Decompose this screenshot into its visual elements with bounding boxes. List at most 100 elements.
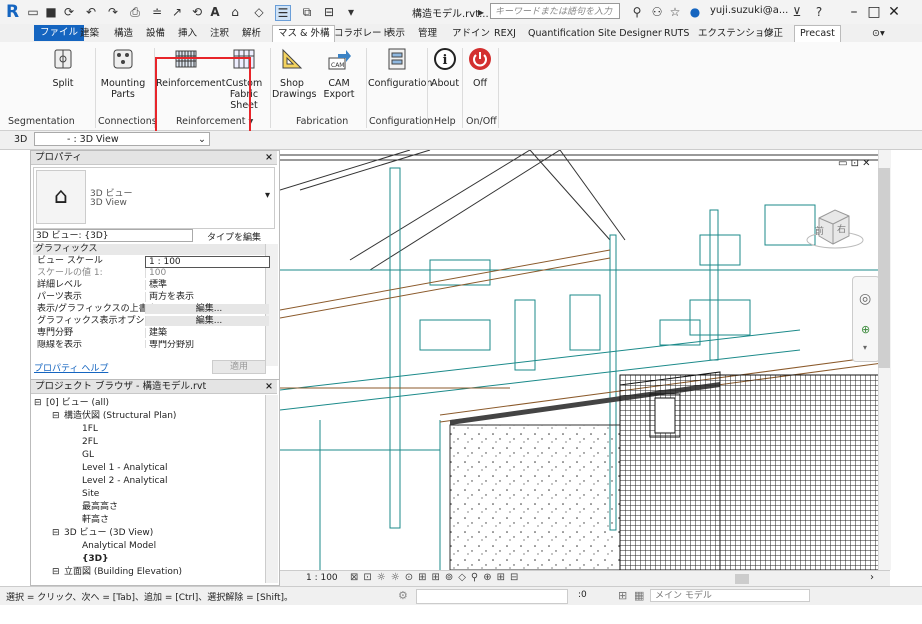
search-input[interactable]: キーワードまたは語句を入力	[490, 3, 620, 19]
customize-qat-icon[interactable]: ▾	[344, 5, 358, 19]
switch-windows-icon[interactable]: ⊟	[322, 5, 336, 19]
cam-export-button[interactable]: CAM CAM Export	[314, 46, 364, 100]
view-selector-dropdown[interactable]: - : 3D View ⌄	[34, 132, 210, 146]
tree-expander-icon[interactable]: ⊟	[52, 410, 60, 422]
ribbon-options-icon[interactable]: ⊙▾	[872, 27, 885, 42]
tree-node-view[interactable]: GL	[82, 449, 94, 461]
tree-node-view[interactable]: Analytical Model	[82, 540, 156, 552]
minimize-icon[interactable]: –	[844, 2, 864, 22]
redo-icon[interactable]: ↷	[106, 5, 120, 19]
scrollbar-thumb[interactable]	[878, 168, 890, 368]
tab-analyze[interactable]: 解析	[242, 27, 261, 42]
tree-node-view[interactable]: Level 1 - Analytical	[82, 462, 168, 474]
sync-icon[interactable]: ⟳	[62, 5, 76, 19]
zoom-icon[interactable]: ⊕	[861, 323, 870, 336]
property-value[interactable]: 建築	[145, 328, 269, 338]
open-icon[interactable]: ▭	[26, 5, 40, 19]
design-options-icon[interactable]: ▦	[634, 589, 644, 602]
undo-icon[interactable]: ↶	[84, 5, 98, 19]
dimension-icon[interactable]: ↗	[170, 5, 184, 19]
view-scale-field[interactable]: 1 : 100	[145, 256, 270, 268]
viewcube-front-label[interactable]: 前	[815, 224, 824, 237]
tab-massing-site[interactable]: マス & 外構	[272, 25, 336, 43]
communication-icon[interactable]: ⚇	[650, 5, 664, 19]
tab-addins[interactable]: アドイン	[452, 27, 490, 42]
main-model-dropdown[interactable]: メイン モデル	[650, 589, 810, 602]
help-icon[interactable]: ?	[812, 5, 826, 19]
tab-ruts[interactable]: RUTS	[664, 27, 689, 42]
tab-view[interactable]: 表示	[386, 27, 405, 42]
workset-dropdown[interactable]	[416, 589, 568, 604]
tab-modify[interactable]: 修正	[764, 27, 783, 42]
graphic-options-edit-button[interactable]: 編集...	[145, 316, 269, 326]
print-icon[interactable]: ⎙	[128, 5, 142, 19]
instance-filter-dropdown[interactable]: 3D ビュー: {3D}	[33, 229, 193, 242]
tree-expander-icon[interactable]: ⊟	[52, 566, 60, 578]
scroll-right-icon[interactable]: ›	[870, 572, 874, 583]
tab-systems[interactable]: 設備	[146, 27, 165, 42]
chevron-right-icon[interactable]: ▸	[474, 5, 488, 19]
view-control-icons[interactable]: ⊠⊡☼☼⊙⊞⊞⊚◇⚲⊕⊞⊟	[350, 572, 523, 583]
viewcube-right-label[interactable]: 右	[837, 222, 846, 235]
tab-annotate[interactable]: 注釈	[210, 27, 229, 42]
mounting-parts-button[interactable]: Mounting Parts	[96, 46, 150, 100]
tab-architecture[interactable]: 建築	[80, 27, 99, 42]
view-scale-label[interactable]: 1 : 100	[306, 573, 338, 583]
tree-node-view[interactable]: Level 2 - Analytical	[82, 475, 168, 487]
section-icon[interactable]: ◇	[252, 5, 266, 19]
text-icon[interactable]: A	[208, 5, 222, 19]
tree-node-elevation[interactable]: 立面図 (Building Elevation)	[64, 566, 182, 578]
worksets-icon[interactable]: ⚙	[398, 589, 408, 602]
chevron-down-icon[interactable]: ▾	[863, 343, 867, 352]
tab-precast[interactable]: Precast	[794, 25, 841, 43]
tree-node-view[interactable]: 2FL	[82, 436, 98, 448]
favorites-icon[interactable]: ☆	[668, 5, 682, 19]
tree-node-view[interactable]: 最高高さ	[82, 501, 118, 513]
tab-extensions[interactable]: エクステンション	[698, 27, 774, 42]
3d-view-canvas[interactable]	[280, 150, 890, 570]
about-button[interactable]: i About	[428, 46, 462, 89]
tree-node-view[interactable]: Site	[82, 488, 99, 500]
off-button[interactable]: Off	[464, 46, 496, 89]
filter-icon[interactable]: ⊞	[618, 589, 627, 602]
tree-node-view[interactable]: 1FL	[82, 423, 98, 435]
scrollbar-thumb[interactable]	[735, 574, 749, 584]
shop-drawings-button[interactable]: Shop Drawings	[272, 46, 316, 100]
viewcube[interactable]: 前 右	[805, 206, 865, 252]
tree-node-active-view[interactable]: {3D}	[82, 553, 109, 565]
thin-lines-icon[interactable]: ☰	[275, 5, 291, 21]
graphics-group-header[interactable]: グラフィックス	[33, 244, 275, 255]
tab-insert[interactable]: 挿入	[178, 27, 197, 42]
view-window-controls[interactable]: ▭ ⊡ ✕	[838, 158, 871, 169]
tree-node-view[interactable]: 軒高さ	[82, 514, 109, 526]
tree-node-3d-view[interactable]: 3D ビュー (3D View)	[64, 527, 153, 539]
tab-quantification[interactable]: Quantification	[528, 27, 595, 42]
split-button[interactable]: Split	[40, 46, 86, 89]
property-value[interactable]: 専門分野別	[145, 340, 269, 348]
restore-icon[interactable]: □	[864, 2, 884, 22]
properties-help-link[interactable]: プロパティ ヘルプ	[34, 361, 108, 374]
save-icon[interactable]: ■	[44, 5, 58, 19]
close-icon[interactable]: ×	[265, 151, 273, 165]
tab-collaborate[interactable]: コラボレート	[334, 27, 391, 42]
steering-wheel-icon[interactable]: ◎	[859, 291, 871, 307]
vg-overrides-edit-button[interactable]: 編集...	[145, 304, 269, 314]
cart-icon[interactable]: ⊻	[790, 5, 804, 19]
user-icon[interactable]: ●	[688, 5, 702, 19]
tab-manage[interactable]: 管理	[418, 27, 437, 42]
apply-button[interactable]: 適用	[212, 360, 266, 374]
measure-icon[interactable]: ≐	[150, 5, 164, 19]
configuration-button[interactable]: Configuration	[368, 46, 432, 89]
close-hidden-icon[interactable]: ⧉	[300, 5, 314, 19]
browser-scrollbar[interactable]	[265, 395, 278, 583]
revit-logo-icon[interactable]: R	[6, 2, 19, 22]
3d-view-icon[interactable]: ⌂	[228, 5, 242, 19]
property-value[interactable]: 両方を表示	[145, 292, 269, 302]
tree-expander-icon[interactable]: ⊟	[52, 527, 60, 539]
property-value[interactable]: 標準	[145, 280, 269, 290]
tree-node-views[interactable]: [0] ビュー (all)	[46, 397, 109, 409]
tree-node-structural-plan[interactable]: 構造伏図 (Structural Plan)	[64, 410, 176, 422]
tab-structure[interactable]: 構造	[114, 27, 133, 42]
user-account[interactable]: yuji.suzuki@a...	[710, 5, 788, 16]
close-icon[interactable]: ×	[265, 380, 273, 394]
